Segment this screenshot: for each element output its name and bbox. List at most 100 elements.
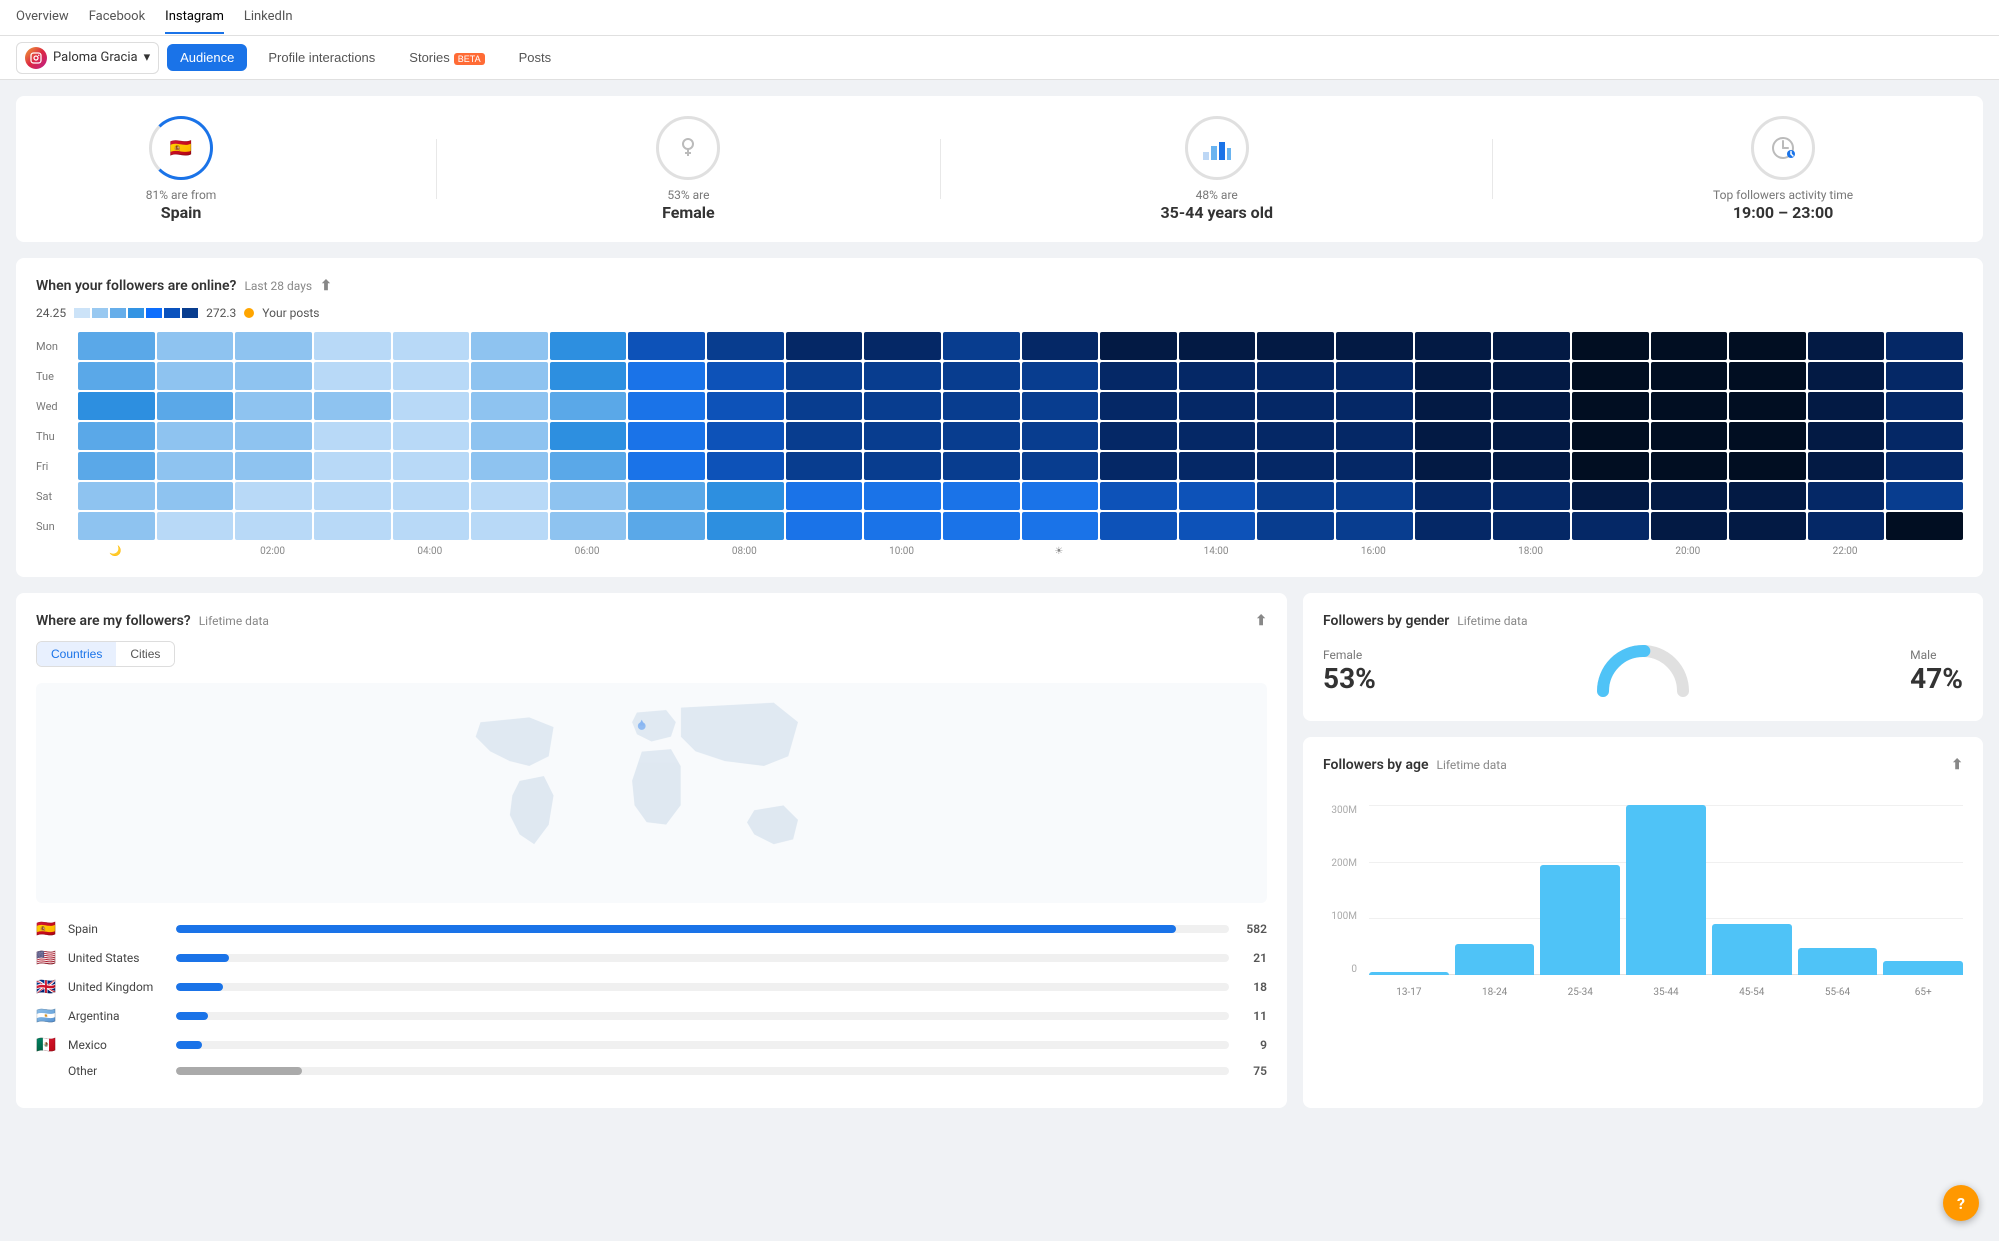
export-icon-location[interactable]: ⬆ <box>1255 613 1267 629</box>
online-section: When your followers are online? Last 28 … <box>16 258 1983 577</box>
country-row: Other 75 <box>36 1064 1267 1078</box>
btn-audience[interactable]: Audience <box>167 44 247 71</box>
tab-cities[interactable]: Cities <box>116 642 174 666</box>
age-bar-group <box>1883 805 1963 975</box>
summary-age: 48% are 35-44 years old <box>1160 116 1272 222</box>
gender-donut <box>1396 641 1890 701</box>
country-name: Spain <box>68 922 168 936</box>
country-row: 🇪🇸Spain582 <box>36 919 1267 938</box>
tab-countries[interactable]: Countries <box>37 642 116 666</box>
gender-circle <box>656 116 720 180</box>
gender-male: Male 47% <box>1910 648 1963 695</box>
country-name: Argentina <box>68 1009 168 1023</box>
country-row: 🇬🇧United Kingdom18 <box>36 977 1267 996</box>
divider3 <box>1492 139 1493 199</box>
btn-stories[interactable]: StoriesBETA <box>396 44 497 71</box>
country-circle: 🇪🇸 <box>149 116 213 180</box>
gender-value: Female <box>662 203 715 222</box>
age-bar-label: 13-17 <box>1369 979 1449 1005</box>
age-bar-group <box>1369 805 1449 975</box>
followers-location: Where are my followers? Lifetime data ⬆ … <box>16 593 1287 1108</box>
instagram-icon <box>25 47 47 69</box>
age-bar-group <box>1712 805 1792 975</box>
y-label-0: 0 <box>1351 964 1357 975</box>
export-icon-age[interactable]: ⬆ <box>1951 757 1963 773</box>
male-label: Male <box>1910 648 1963 662</box>
female-label: Female <box>1323 648 1376 662</box>
gender-card: Followers by gender Lifetime data Female… <box>1303 593 1983 721</box>
nav-overview[interactable]: Overview <box>16 1 69 34</box>
account-selector[interactable]: Paloma Gracia ▾ <box>16 42 159 74</box>
your-posts-dot <box>244 308 254 318</box>
y-label-100: 100M <box>1331 911 1357 922</box>
country-value: Spain <box>161 203 202 222</box>
online-subtitle: Last 28 days <box>244 279 312 293</box>
summary-country: 🇪🇸 81% are from Spain <box>146 116 217 222</box>
age-card: Followers by age Lifetime data ⬆ 300M 20… <box>1303 737 1983 1108</box>
country-name: United States <box>68 951 168 965</box>
divider <box>436 139 437 199</box>
nav-instagram[interactable]: Instagram <box>165 1 224 34</box>
main-content: 🇪🇸 81% are from Spain 53% are Female <box>0 80 1999 1124</box>
age-sublabel: 48% are <box>1196 188 1238 202</box>
heatmap-legend: 24.25 272.3 Your posts <box>36 306 1963 320</box>
y-label-200: 200M <box>1331 858 1357 869</box>
country-row: 🇲🇽Mexico9 <box>36 1035 1267 1054</box>
country-value: 9 <box>1237 1038 1267 1052</box>
male-value: 47% <box>1910 662 1963 695</box>
age-bar-label: 65+ <box>1883 979 1963 1005</box>
female-value: 53% <box>1323 662 1376 695</box>
country-row: 🇺🇸United States21 <box>36 948 1267 967</box>
btn-profile-interactions[interactable]: Profile interactions <box>255 44 388 71</box>
summary-gender: 53% are Female <box>656 116 720 222</box>
country-value: 21 <box>1237 951 1267 965</box>
chevron-down-icon: ▾ <box>144 50 151 65</box>
country-value: 582 <box>1237 922 1267 936</box>
country-value: 11 <box>1237 1009 1267 1023</box>
country-name: Mexico <box>68 1038 168 1052</box>
nav-facebook[interactable]: Facebook <box>89 1 145 34</box>
country-sublabel: 81% are from <box>146 188 217 202</box>
age-bar-group <box>1540 805 1620 975</box>
help-button[interactable]: ? <box>1943 1185 1979 1221</box>
gender-stats: Female 53% Male 47% <box>1323 641 1963 701</box>
country-value: 18 <box>1237 980 1267 994</box>
two-col-section: Where are my followers? Lifetime data ⬆ … <box>16 593 1983 1108</box>
location-subtitle: Lifetime data <box>199 614 269 628</box>
age-subtitle: Lifetime data <box>1437 758 1507 772</box>
summary-card: 🇪🇸 81% are from Spain 53% are Female <box>16 96 1983 242</box>
your-posts-label: Your posts <box>262 306 319 320</box>
nav-linkedin[interactable]: LinkedIn <box>244 1 293 34</box>
age-bar-group <box>1798 805 1878 975</box>
export-icon[interactable]: ⬆ <box>320 278 332 294</box>
beta-badge: BETA <box>454 53 485 65</box>
location-title: Where are my followers? Lifetime data ⬆ <box>36 613 1267 629</box>
top-nav: Overview Facebook Instagram LinkedIn <box>0 0 1999 36</box>
account-name: Paloma Gracia <box>53 50 138 65</box>
age-bar-label: 25-34 <box>1540 979 1620 1005</box>
gender-subtitle: Lifetime data <box>1457 614 1527 628</box>
world-map <box>36 683 1267 903</box>
btn-posts[interactable]: Posts <box>506 44 565 71</box>
gender-female: Female 53% <box>1323 648 1376 695</box>
sub-nav: Paloma Gracia ▾ Audience Profile interac… <box>0 36 1999 80</box>
age-bar-label: 18-24 <box>1455 979 1535 1005</box>
age-bar-label: 35-44 <box>1626 979 1706 1005</box>
age-bar-label: 45-54 <box>1712 979 1792 1005</box>
age-bar-label: 55-64 <box>1798 979 1878 1005</box>
country-name: Other <box>68 1064 168 1078</box>
country-value: 75 <box>1237 1064 1267 1078</box>
country-list: 🇪🇸Spain582🇺🇸United States21🇬🇧United King… <box>36 919 1267 1078</box>
activity-sublabel: Top followers activity time <box>1713 188 1853 202</box>
divider2 <box>940 139 941 199</box>
age-circle <box>1185 116 1249 180</box>
activity-circle <box>1751 116 1815 180</box>
summary-activity: Top followers activity time 19:00 – 23:0… <box>1713 116 1853 222</box>
location-tabs: Countries Cities <box>36 641 175 667</box>
online-title: When your followers are online? Last 28 … <box>36 278 1963 294</box>
gender-sublabel: 53% are <box>667 188 709 202</box>
activity-value: 19:00 – 23:00 <box>1733 203 1834 222</box>
age-bar-group <box>1626 805 1706 975</box>
heatmap-wrapper: MonTueWedThuFriSatSun🌙02:0004:0006:0008:… <box>36 332 1963 557</box>
y-label-300: 300M <box>1331 805 1357 816</box>
